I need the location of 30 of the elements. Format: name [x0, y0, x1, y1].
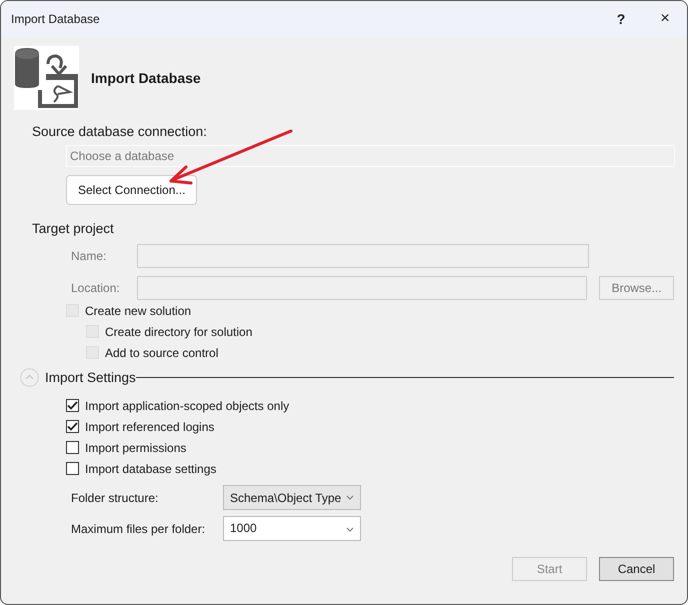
checkbox-label: Import application-scoped objects only: [85, 398, 290, 412]
checkbox-label: Create new solution: [85, 304, 192, 318]
checkbox-label: Import permissions: [85, 440, 186, 454]
section-label: Source database connection:: [32, 124, 208, 139]
checkbox-label: Import database settings: [85, 462, 216, 476]
checkbox[interactable]: [66, 420, 79, 433]
close-button[interactable]: ×: [643, 4, 687, 34]
help-button[interactable]: ?: [599, 4, 643, 34]
field-label: Name:: [71, 249, 108, 263]
checkbox-label: Create directory for solution: [105, 324, 252, 338]
cancel-button[interactable]: Cancel: [599, 557, 674, 581]
field-label: Folder structure:: [71, 490, 160, 504]
section-label: Import Settings: [45, 370, 136, 384]
checkbox[interactable]: [66, 462, 79, 475]
field-label: Maximum files per folder:: [71, 522, 206, 536]
caret-icon: [346, 527, 354, 532]
database-import-icon: [14, 46, 79, 110]
dropdown[interactable]: Schema\Object Type: [223, 485, 361, 510]
select-connection-button[interactable]: Select Connection...: [66, 175, 198, 205]
caret-icon: [346, 495, 354, 500]
section-label: Target project: [32, 221, 115, 236]
checkbox-label: Import referenced logins: [85, 420, 214, 434]
collapse-icon[interactable]: [20, 368, 39, 386]
combo-box[interactable]: 1000: [223, 516, 361, 541]
window-title: Import Database: [11, 12, 101, 26]
dialog-heading: Import Database: [91, 70, 201, 86]
checkbox-label: Add to source control: [105, 346, 218, 360]
field-label: Location:: [71, 281, 121, 295]
checkbox[interactable]: [66, 441, 79, 454]
checkbox[interactable]: [66, 399, 79, 412]
